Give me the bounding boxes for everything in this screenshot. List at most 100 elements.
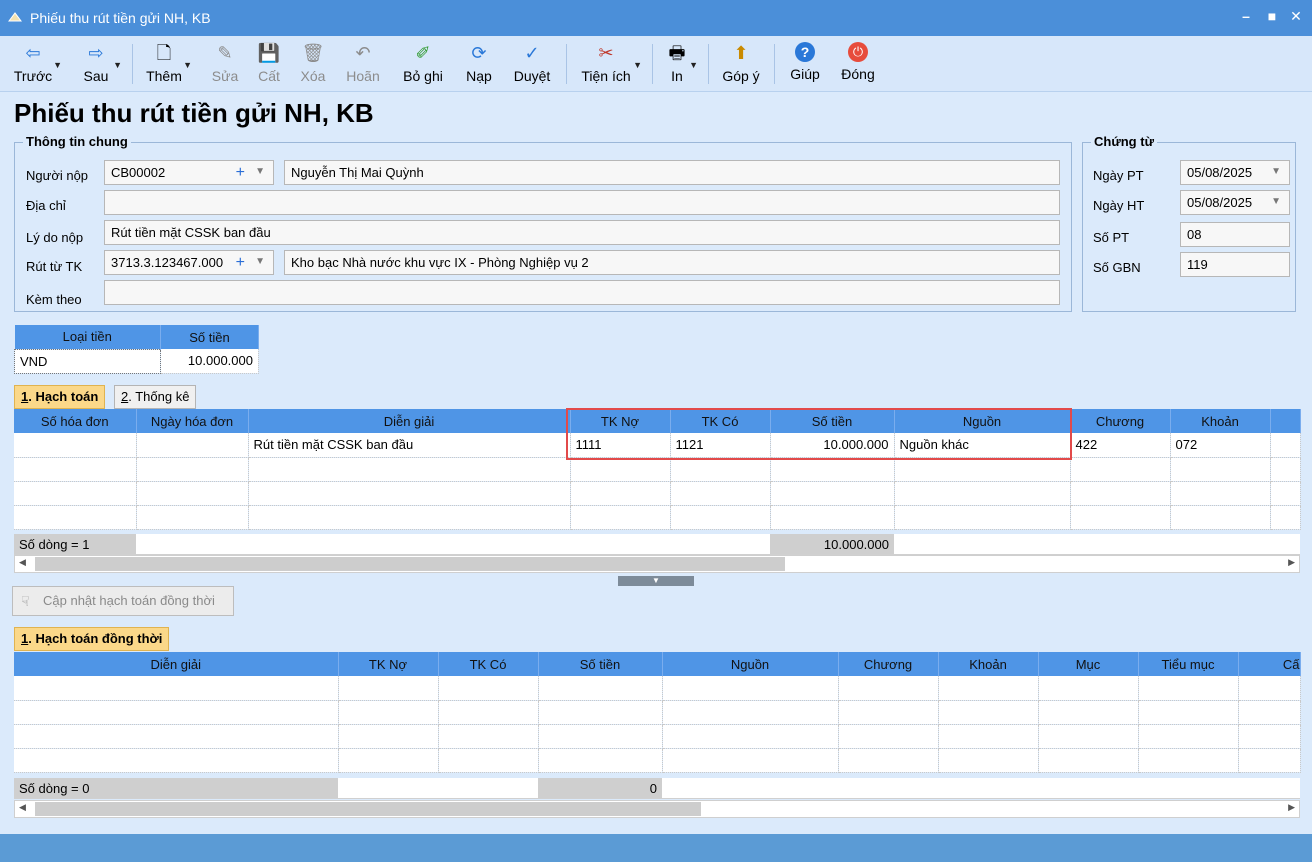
table-row[interactable]: VND 10.000.000: [14, 348, 259, 374]
account-code-combo[interactable]: 3713.3.123467.000 + ▼: [104, 250, 274, 275]
col-invoice-date[interactable]: Ngày hóa đơn: [136, 409, 249, 433]
col-amount[interactable]: Số tiền: [538, 652, 663, 676]
tab-concurrent-accounting[interactable]: 1. Hạch toán đồng thời: [14, 627, 170, 651]
col-level[interactable]: Cấ: [1238, 652, 1301, 676]
col-credit-account[interactable]: TK Có: [438, 652, 539, 676]
concurrent-row-count: Số dòng = 0: [14, 778, 338, 799]
so-pt-field[interactable]: 08: [1180, 222, 1290, 247]
table-row[interactable]: [14, 748, 1301, 773]
entries-total: 10.000.000: [770, 534, 894, 555]
chevron-down-icon[interactable]: ▼: [255, 166, 265, 177]
table-row[interactable]: [14, 700, 1301, 725]
tab-accounting[interactable]: 1. Hạch toán: [14, 385, 106, 409]
scroll-right-icon[interactable]: ▶: [1288, 802, 1295, 813]
col-source[interactable]: Nguồn: [894, 409, 1071, 433]
plus-icon[interactable]: +: [236, 164, 245, 182]
entries-hscrollbar[interactable]: ◀ ▶: [14, 555, 1300, 573]
currency-type-header: Loại tiền: [14, 325, 161, 349]
col-invoice-no[interactable]: Số hóa đơn: [14, 409, 137, 433]
add-button[interactable]: 🗋 Thêm ▼: [142, 40, 192, 88]
plus-icon[interactable]: +: [236, 254, 245, 272]
edit-button[interactable]: ✎ Sửa: [208, 40, 242, 88]
approve-button[interactable]: ✓ Duyệt: [508, 40, 556, 88]
address-field[interactable]: [104, 190, 1060, 215]
chevron-down-icon[interactable]: ▼: [255, 256, 265, 267]
attachment-field[interactable]: [104, 280, 1060, 305]
date-ht-picker[interactable]: 05/08/2025 ▼: [1180, 190, 1290, 215]
currency-type-cell[interactable]: VND: [14, 348, 161, 374]
table-row[interactable]: [14, 724, 1301, 749]
utilities-button[interactable]: ✂ Tiện ích ▼: [576, 40, 642, 88]
chevron-down-icon[interactable]: ▼: [1271, 166, 1281, 177]
scroll-thumb[interactable]: [35, 802, 701, 816]
form-body: Phiếu thu rút tiền gửi NH, KB Thông tin …: [0, 92, 1312, 834]
date-pt-picker[interactable]: 05/08/2025 ▼: [1180, 160, 1290, 185]
close-form-button[interactable]: ⏻ Đóng: [836, 40, 880, 88]
arrow-left-icon: ⇦: [25, 43, 41, 63]
concurrent-summary-blank: [338, 778, 538, 799]
account-name-field[interactable]: Kho bạc Nhà nước khu vực IX - Phòng Nghi…: [284, 250, 1060, 275]
minimize-button[interactable]: –: [1236, 8, 1256, 26]
prev-button[interactable]: ⇦ Trước ▼: [10, 40, 62, 88]
next-button[interactable]: ⇨ Sau ▼: [76, 40, 122, 88]
dropdown-arrow-icon[interactable]: ▼: [53, 60, 62, 70]
maximize-button[interactable]: ■: [1262, 8, 1282, 26]
col-section[interactable]: Khoản: [938, 652, 1039, 676]
toolbar-separator: [708, 44, 709, 84]
unpost-button[interactable]: ✐ Bỏ ghi: [398, 40, 448, 88]
dropdown-arrow-icon[interactable]: ▼: [633, 60, 642, 70]
table-row[interactable]: Rút tiền mặt CSSK ban đầu 1111 1121 10.0…: [14, 433, 1301, 458]
payer-code-combo[interactable]: CB00002 + ▼: [104, 160, 274, 185]
table-row[interactable]: [14, 505, 1301, 530]
dropdown-arrow-icon[interactable]: ▼: [183, 60, 192, 70]
save-button[interactable]: 💾 Cất: [252, 40, 286, 88]
col-description[interactable]: Diễn giải: [14, 652, 339, 676]
col-description[interactable]: Diễn giải: [248, 409, 571, 433]
col-chapter[interactable]: Chương: [1070, 409, 1171, 433]
print-button[interactable]: 🖶 In ▼: [662, 40, 699, 88]
chevron-down-icon[interactable]: ▼: [1271, 196, 1281, 207]
checkmark-icon: ✓: [524, 43, 540, 63]
col-chapter[interactable]: Chương: [838, 652, 939, 676]
table-row[interactable]: [14, 676, 1301, 701]
so-gbn-field[interactable]: 119: [1180, 252, 1290, 277]
delete-icon: 🗑: [301, 43, 325, 63]
delete-button[interactable]: 🗑 Xóa: [296, 40, 330, 88]
col-debit-account[interactable]: TK Nợ: [570, 409, 671, 433]
scroll-right-icon[interactable]: ▶: [1288, 557, 1295, 568]
payer-name-field[interactable]: Nguyễn Thị Mai Quỳnh: [284, 160, 1060, 185]
date-ht-label: Ngày HT: [1093, 198, 1145, 213]
col-item[interactable]: Mục: [1038, 652, 1139, 676]
col-amount[interactable]: Số tiền: [770, 409, 895, 433]
postpone-button[interactable]: ↶ Hoãn: [342, 40, 384, 88]
dropdown-arrow-icon[interactable]: ▼: [689, 60, 698, 70]
col-subitem[interactable]: Tiểu mục: [1138, 652, 1239, 676]
feedback-button[interactable]: ⬆ Góp ý: [718, 40, 764, 88]
concurrent-hscrollbar[interactable]: ◀ ▶: [14, 800, 1300, 818]
table-row[interactable]: [14, 481, 1301, 506]
unpost-icon: ✐: [415, 43, 431, 63]
currency-amount-cell[interactable]: 10.000.000: [160, 349, 259, 374]
tab-statistics[interactable]: 2. Thống kê: [114, 385, 197, 409]
scroll-left-icon[interactable]: ◀: [19, 557, 26, 568]
update-concurrent-button[interactable]: ☟ Cập nhật hạch toán đồng thời: [12, 586, 234, 616]
help-button[interactable]: ? Giúp: [784, 40, 826, 88]
col-source[interactable]: Nguồn: [662, 652, 839, 676]
toolbar: ⇦ Trước ▼ ⇨ Sau ▼ 🗋 Thêm ▼ ✎ Sửa 💾 Cất 🗑…: [0, 36, 1312, 92]
entries-table: Số hóa đơn Ngày hóa đơn Diễn giải TK Nợ …: [14, 409, 1301, 530]
reason-field[interactable]: Rút tiền mặt CSSK ban đầu: [104, 220, 1060, 245]
col-credit-account[interactable]: TK Có: [670, 409, 771, 433]
date-pt-label: Ngày PT: [1093, 168, 1144, 183]
dropdown-arrow-icon[interactable]: ▼: [113, 60, 122, 70]
help-icon: ?: [795, 42, 815, 62]
reload-button[interactable]: ⟳ Nạp: [462, 40, 496, 88]
scroll-thumb[interactable]: [35, 557, 785, 571]
scroll-left-icon[interactable]: ◀: [19, 802, 26, 813]
app-icon: [8, 12, 22, 22]
table-row[interactable]: [14, 457, 1301, 482]
close-button[interactable]: ✕: [1286, 8, 1306, 26]
splitter-handle[interactable]: ▼: [618, 576, 694, 586]
col-section[interactable]: Khoản: [1170, 409, 1271, 433]
toolbar-separator: [132, 44, 133, 84]
col-debit-account[interactable]: TK Nợ: [338, 652, 439, 676]
